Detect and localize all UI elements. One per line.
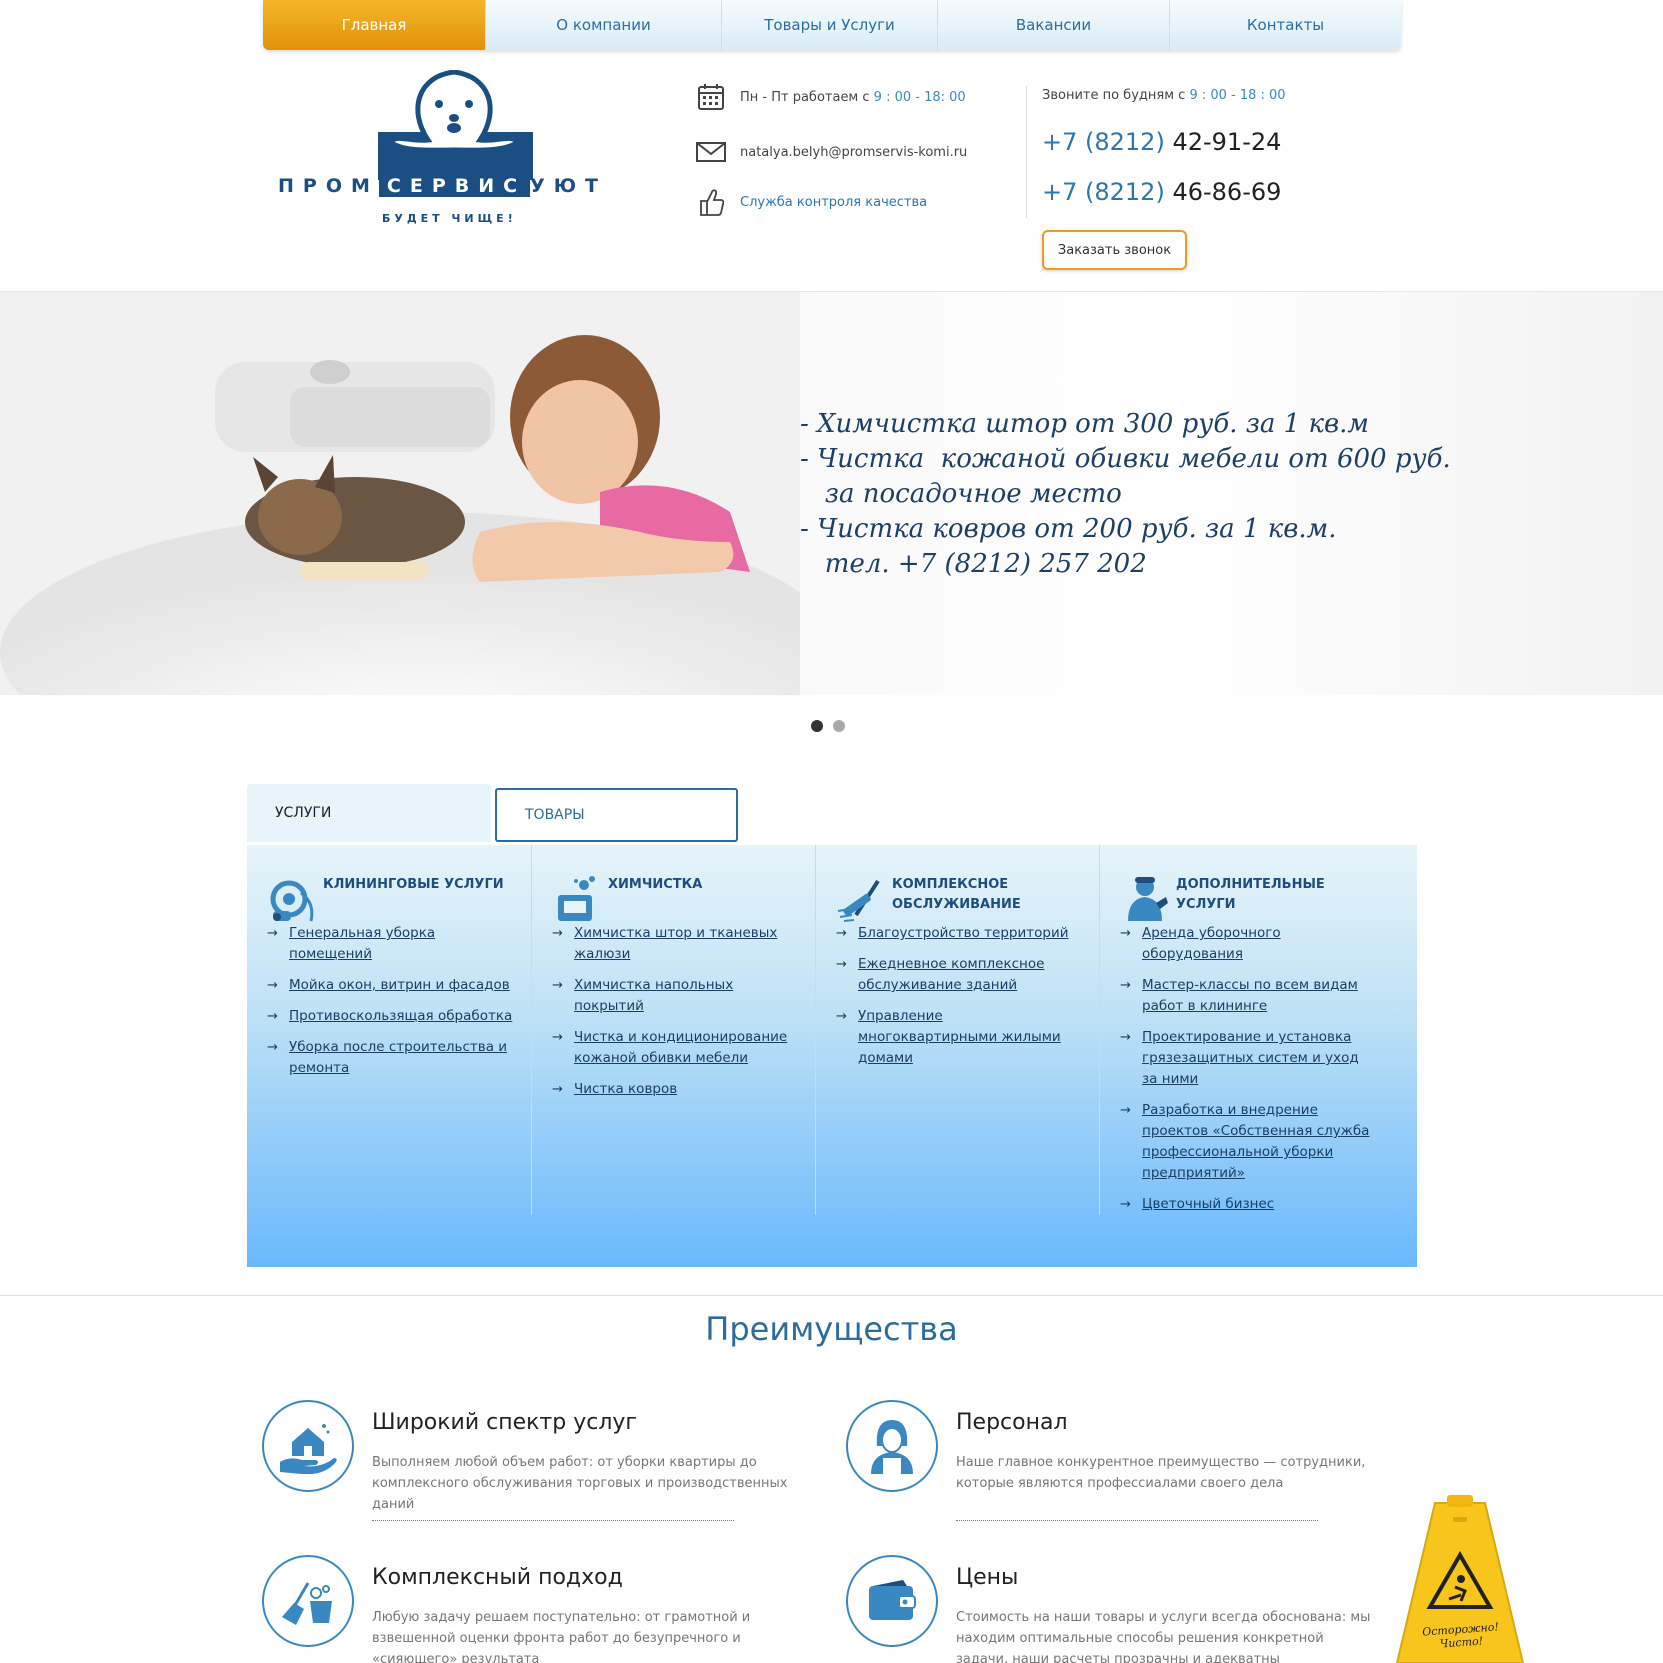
service-link[interactable]: Химчистка напольных покрытий — [552, 975, 802, 1017]
dry-cleaning-icon — [552, 873, 604, 923]
seal-logo-icon — [378, 70, 533, 180]
banner-photo — [0, 292, 800, 695]
nav-item-products-services[interactable]: Товары и Услуги — [721, 0, 937, 50]
advantage-title: Комплексный подход — [372, 1565, 623, 1590]
advantage-text: Стоимость на наши товары и услуги всегда… — [956, 1610, 1371, 1663]
service-link[interactable]: Разработка и внедрение проектов «Собстве… — [1120, 1100, 1370, 1184]
service-link[interactable]: Генеральная уборка помещений — [267, 923, 518, 965]
services-column-complex: КОМПЛЕКСНОЕ ОБСЛУЖИВАНИЕ Благоустройство… — [815, 845, 1100, 1215]
service-link[interactable]: Химчистка штор и тканевых жалюзи — [552, 923, 802, 965]
services-column-title: КЛИНИНГОВЫЕ УСЛУГИ — [323, 877, 504, 892]
phone-2[interactable]: +7 (8212) 46-86-69 — [1042, 178, 1281, 206]
calendar-icon — [696, 82, 726, 112]
services-panel: КЛИНИНГОВЫЕ УСЛУГИ Генеральная уборка по… — [247, 845, 1417, 1267]
advantage-item: Широкий спектр услуг Выполняем любой объ… — [262, 1400, 788, 1530]
advantage-item: Цены Стоимость на наши товары и услуги в… — [846, 1555, 1370, 1663]
advantage-divider — [956, 1520, 1318, 1521]
logo-word-servis: СЕРВИС — [378, 175, 531, 197]
services-column-title: КОМПЛЕКСНОЕ ОБСЛУЖИВАНИЕ — [892, 877, 1021, 912]
slider-dot-1[interactable] — [811, 720, 823, 732]
logo-wordmark: ПРОМ СЕРВИС УЮТ — [278, 175, 607, 197]
phone-1[interactable]: +7 (8212) 42-91-24 — [1042, 128, 1281, 156]
call-hours: Звоните по будням с 9 : 00 - 18 : 00 — [1042, 88, 1286, 103]
banner-line-3: за посадочное место — [800, 479, 1122, 509]
advantage-divider — [372, 1520, 734, 1521]
advantage-title: Цены — [956, 1565, 1019, 1590]
service-link[interactable]: Чистка ковров — [552, 1079, 802, 1100]
header-divider — [1026, 86, 1027, 218]
hours-value: 9 : 00 - 18: 00 — [873, 89, 966, 105]
logo-word-prom: ПРОМ — [278, 175, 379, 197]
quality-row: Служба контроля качества — [696, 187, 927, 217]
service-link[interactable]: Мастер-классы по всем видам работ в клин… — [1120, 975, 1370, 1017]
services-column-title: ДОПОЛНИТЕЛЬНЫЕ УСЛУГИ — [1176, 877, 1325, 912]
quality-control-link[interactable]: Служба контроля качества — [740, 195, 927, 210]
email-row: natalya.belyh@promservis-komi.ru — [696, 137, 967, 167]
phone-1-number: 42-91-24 — [1172, 128, 1282, 156]
services-column-dry-cleaning: ХИМЧИСТКА Химчистка штор и тканевых жалю… — [531, 845, 816, 1215]
advantage-text: Любую задачу решаем поступательно: от гр… — [372, 1610, 751, 1663]
advantage-text: Выполняем любой объем работ: от уборки к… — [372, 1455, 788, 1512]
tab-services[interactable]: УСЛУГИ — [247, 784, 491, 842]
service-link[interactable]: Мойка окон, витрин и фасадов — [267, 975, 518, 996]
phone-1-code: +7 (8212) — [1042, 128, 1165, 156]
service-link[interactable]: Чистка и кондиционирование кожаной обивк… — [552, 1027, 802, 1069]
wallet-icon — [846, 1555, 938, 1647]
banner-line-5: тел. +7 (8212) 257 202 — [800, 549, 1147, 579]
service-link[interactable]: Аренда уборочного оборудования — [1120, 923, 1370, 965]
squeegee-icon — [836, 873, 888, 923]
service-link[interactable]: Проектирование и установка грязезащитных… — [1120, 1027, 1370, 1090]
phone-2-code: +7 (8212) — [1042, 178, 1165, 206]
broom-bucket-icon — [262, 1555, 354, 1647]
slider-dot-2[interactable] — [833, 720, 845, 732]
advantage-item: Персонал Наше главное конкурентное преим… — [846, 1400, 1365, 1530]
logo[interactable]: ПРОМ СЕРВИС УЮТ БУДЕТ ЧИЩЕ! — [278, 70, 608, 230]
section-divider — [0, 1295, 1663, 1296]
house-hand-icon — [262, 1400, 354, 1492]
service-link[interactable]: Управление многоквартирными жилыми домам… — [836, 1006, 1086, 1069]
logo-word-uyut: УЮТ — [530, 175, 607, 197]
advantages-title: Преимущества — [705, 1310, 958, 1348]
call-hours-label: Звоните по будням с — [1042, 88, 1186, 103]
vacuum-cleaner-icon — [267, 873, 319, 923]
nav-item-about[interactable]: О компании — [485, 0, 721, 50]
callback-button[interactable]: Заказать звонок — [1042, 230, 1187, 270]
service-link[interactable]: Благоустройство территорий — [836, 923, 1086, 944]
service-link[interactable]: Ежедневное комплексное обслуживание здан… — [836, 954, 1086, 996]
banner-line-4: - Чистка ковров от 200 руб. за 1 кв.м. — [800, 514, 1337, 544]
worker-icon — [1120, 873, 1172, 923]
work-hours: Пн - Пт работаем с 9 : 00 - 18: 00 — [696, 82, 966, 112]
tab-goods[interactable]: ТОВАРЫ — [495, 788, 738, 842]
nav-item-contacts[interactable]: Контакты — [1169, 0, 1401, 50]
thumbs-up-icon — [696, 187, 726, 217]
email-link[interactable]: natalya.belyh@promservis-komi.ru — [740, 145, 967, 160]
advantage-title: Широкий спектр услуг — [372, 1410, 637, 1435]
advantage-title: Персонал — [956, 1410, 1068, 1435]
hours-label: Пн - Пт работаем с — [740, 89, 870, 105]
main-nav: Главная О компании Товары и Услуги Вакан… — [263, 0, 1401, 50]
logo-slogan: БУДЕТ ЧИЩЕ! — [382, 212, 517, 225]
wet-floor-sign: Осторожно! Чисто! — [1395, 1495, 1525, 1663]
services-column-cleaning: КЛИНИНГОВЫЕ УСЛУГИ Генеральная уборка по… — [247, 845, 532, 1215]
service-link[interactable]: Цветочный бизнес — [1120, 1194, 1370, 1215]
banner-line-1: - Химчистка штор от 300 руб. за 1 кв.м — [800, 409, 1369, 439]
service-link[interactable]: Противоскользящая обработка — [267, 1006, 518, 1027]
promo-banner: - Химчистка штор от 300 руб. за 1 кв.м -… — [0, 291, 1663, 695]
nav-item-vacancies[interactable]: Вакансии — [937, 0, 1169, 50]
banner-line-2: - Чистка кожаной обивки мебели от 600 ру… — [800, 444, 1451, 474]
advantage-text: Наше главное конкурентное преимущество —… — [956, 1455, 1366, 1491]
slider-dots — [811, 720, 845, 732]
services-column-title: ХИМЧИСТКА — [608, 877, 703, 892]
service-link[interactable]: Уборка после строительства и ремонта — [267, 1037, 518, 1079]
banner-promo-text: - Химчистка штор от 300 руб. за 1 кв.м -… — [800, 407, 1451, 582]
call-hours-value: 9 : 00 - 18 : 00 — [1189, 88, 1286, 103]
services-column-additional: ДОПОЛНИТЕЛЬНЫЕ УСЛУГИ Аренда уборочного … — [1099, 845, 1384, 1215]
person-icon — [846, 1400, 938, 1492]
advantage-item: Комплексный подход Любую задачу решаем п… — [262, 1555, 762, 1663]
nav-item-home[interactable]: Главная — [263, 0, 485, 50]
phone-2-number: 46-86-69 — [1172, 178, 1282, 206]
envelope-icon — [696, 137, 726, 167]
